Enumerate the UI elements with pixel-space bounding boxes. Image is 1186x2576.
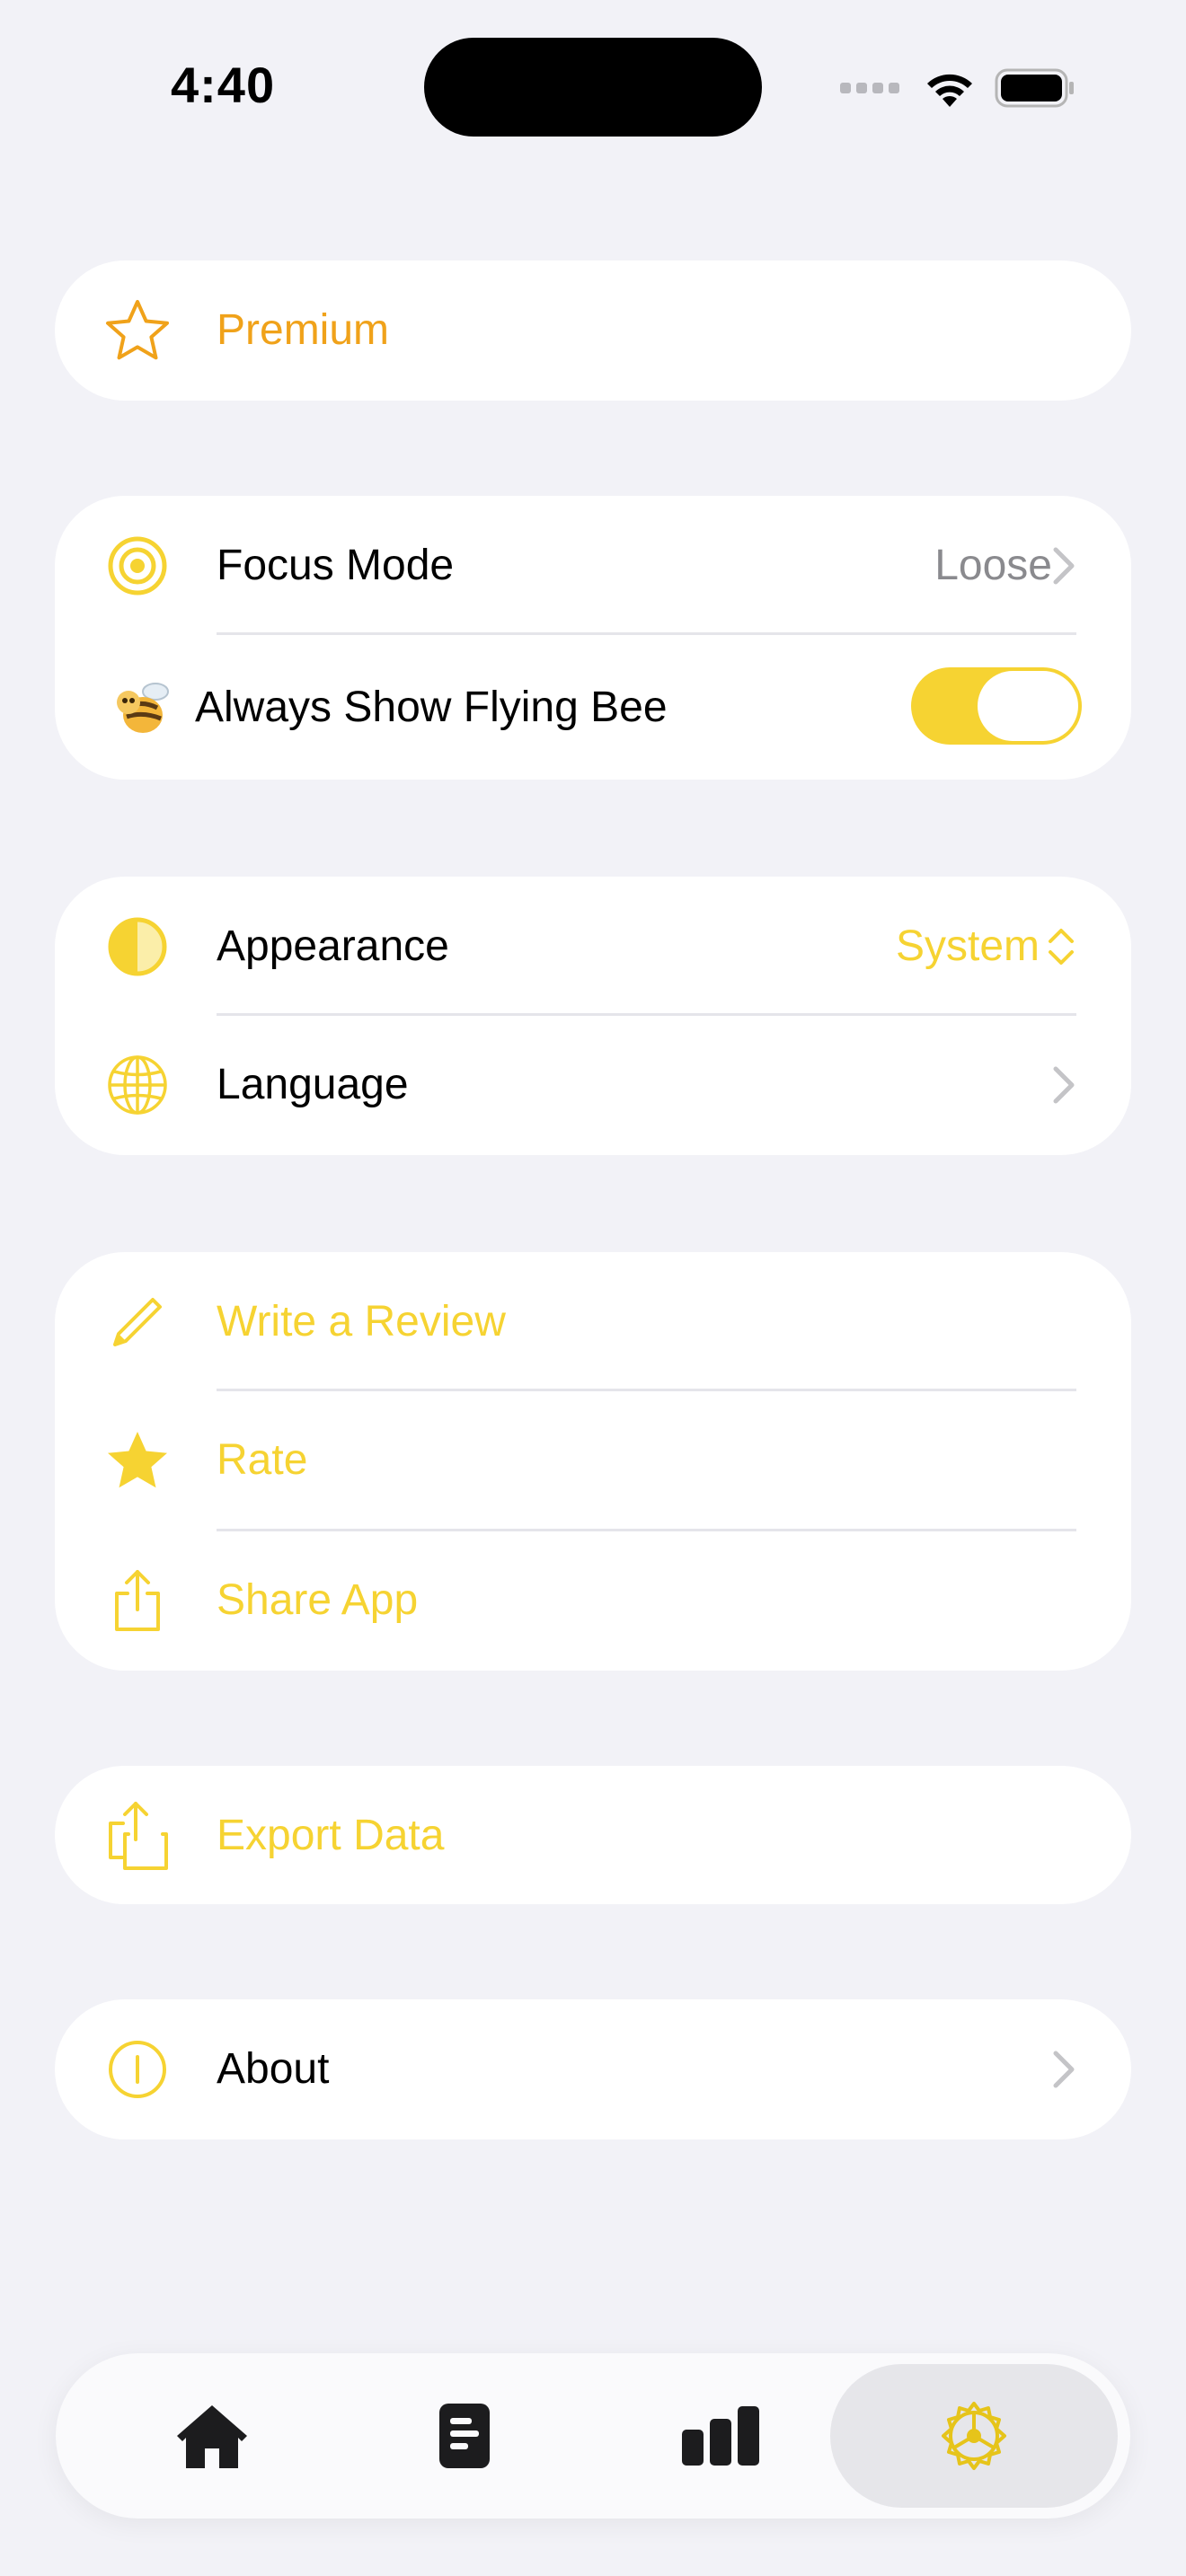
target-icon xyxy=(105,534,170,598)
share-icon xyxy=(105,1568,170,1633)
wifi-icon xyxy=(927,74,972,107)
appearance-value[interactable]: System xyxy=(896,877,1040,1017)
star-outline-icon xyxy=(105,298,170,363)
focus-mode-label: Focus Mode xyxy=(217,542,455,589)
review-label: Write a Review xyxy=(217,1298,506,1345)
status-time: 4:40 xyxy=(171,57,276,113)
chevron-up-down-icon xyxy=(1049,929,1074,965)
tab-journal[interactable] xyxy=(393,2364,536,2508)
focus-card: Focus Mode Loose Always Show Flying Bee xyxy=(55,496,1131,780)
appearance-label: Appearance xyxy=(217,922,449,970)
export-row[interactable]: Export Data xyxy=(55,1766,1131,1906)
review-row[interactable]: Write a Review xyxy=(55,1252,1131,1392)
about-label: About xyxy=(217,2045,330,2093)
premium-card[interactable]: Premium xyxy=(55,260,1131,401)
document-icon xyxy=(439,2404,490,2468)
info-icon xyxy=(105,2037,170,2102)
chevron-right-icon xyxy=(1053,2051,1075,2088)
chevron-right-icon xyxy=(1053,1066,1075,1104)
share-row[interactable]: Share App xyxy=(55,1531,1131,1671)
divider xyxy=(217,632,1076,635)
about-row[interactable]: About xyxy=(55,1999,1131,2139)
about-card[interactable]: About xyxy=(55,1999,1131,2139)
chart-icon xyxy=(682,2406,759,2466)
focus-mode-value: Loose xyxy=(934,542,1052,589)
tab-stats[interactable] xyxy=(649,2364,792,2508)
language-row[interactable]: Language xyxy=(55,1015,1131,1155)
export-label: Export Data xyxy=(217,1812,445,1859)
chevron-right-icon xyxy=(1053,547,1075,585)
rate-row[interactable]: Rate xyxy=(55,1390,1131,1531)
support-card: Write a Review Rate Share App xyxy=(55,1252,1131,1671)
cellular-signal-icon xyxy=(840,83,899,93)
tab-home[interactable] xyxy=(140,2364,284,2508)
appearance-row[interactable]: Appearance System xyxy=(55,877,1131,1017)
flying-bee-row: Always Show Flying Bee xyxy=(55,638,1131,778)
settings-icon xyxy=(942,2402,1006,2470)
home-icon xyxy=(177,2405,247,2468)
flying-bee-toggle[interactable] xyxy=(911,667,1082,745)
bee-icon xyxy=(109,675,173,740)
focus-mode-row[interactable]: Focus Mode Loose xyxy=(55,496,1131,636)
export-card[interactable]: Export Data xyxy=(55,1766,1131,1904)
premium-label: Premium xyxy=(217,306,390,354)
tab-bar xyxy=(56,2353,1130,2519)
display-card: Appearance System Language xyxy=(55,877,1131,1155)
language-label: Language xyxy=(217,1061,409,1108)
battery-icon xyxy=(995,68,1074,108)
rate-label: Rate xyxy=(217,1436,308,1484)
dynamic-island xyxy=(424,38,762,137)
star-icon xyxy=(105,1428,170,1493)
tab-settings[interactable] xyxy=(830,2364,1118,2508)
toggle-knob xyxy=(978,671,1078,741)
share-label: Share App xyxy=(217,1576,419,1624)
status-indicators xyxy=(840,63,1075,113)
flying-bee-label: Always Show Flying Bee xyxy=(195,684,668,731)
globe-icon xyxy=(105,1053,170,1117)
half-circle-icon xyxy=(105,914,170,979)
export-icon xyxy=(105,1802,170,1870)
pencil-icon xyxy=(105,1290,170,1354)
premium-row[interactable]: Premium xyxy=(55,260,1131,401)
